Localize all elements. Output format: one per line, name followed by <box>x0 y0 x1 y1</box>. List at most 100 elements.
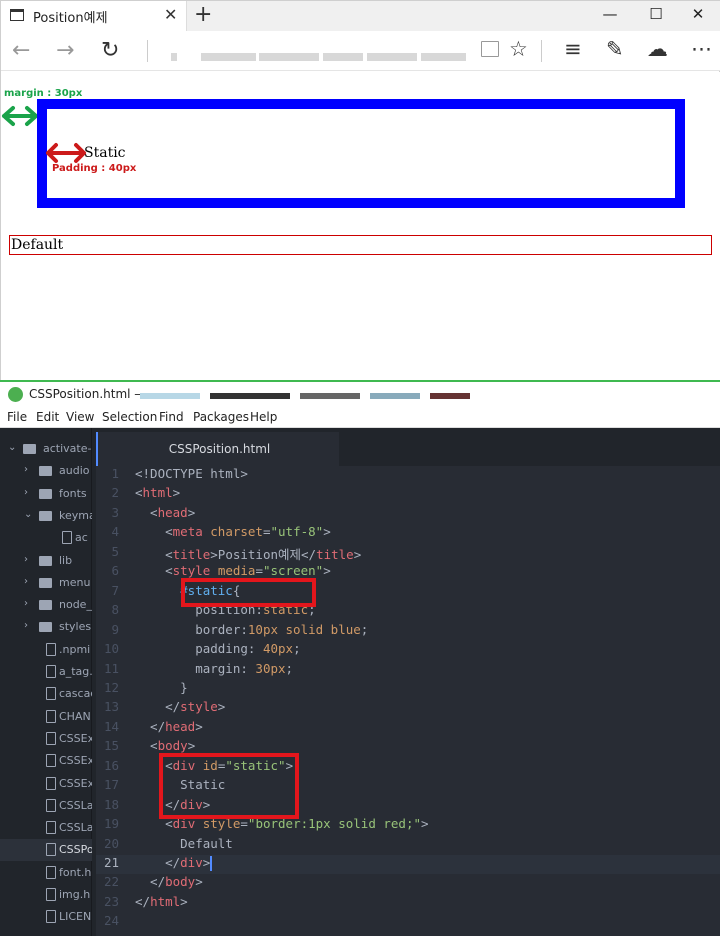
chevron-right-icon[interactable]: › <box>24 598 28 609</box>
close-window-button[interactable]: ✕ <box>683 5 713 23</box>
address-bar[interactable] <box>161 37 471 65</box>
file-icon <box>46 731 56 745</box>
code-line[interactable]: 5 <title>Position예제</title> <box>96 544 720 563</box>
web-note-icon[interactable]: ✎ <box>606 37 624 61</box>
minimize-button[interactable]: — <box>595 5 625 23</box>
tree-item-label: a_tag. <box>59 665 92 678</box>
browser-tab[interactable]: Position예제 ✕ <box>1 1 187 31</box>
code-text: <body> <box>135 738 196 754</box>
editor-menu-bar: File Edit View Selection Find Packages H… <box>0 406 720 428</box>
menu-selection[interactable]: Selection <box>102 410 157 424</box>
tree-item[interactable]: ⌄ keyma <box>0 505 92 527</box>
tab-csspositionhtml[interactable]: CSSPosition.html <box>96 432 339 466</box>
code-line[interactable]: 24 <box>96 913 720 932</box>
address-separator <box>147 40 148 62</box>
folder-icon <box>39 622 52 633</box>
tree-item[interactable]: ⌄ activate-p <box>0 438 92 460</box>
code-line[interactable]: 1 <!DOCTYPE html> <box>96 466 720 485</box>
chevron-down-icon[interactable]: ⌄ <box>8 442 16 453</box>
refresh-button[interactable]: ↻ <box>101 38 119 63</box>
tree-item[interactable]: › node_ <box>0 594 92 616</box>
code-line[interactable]: 20 Default <box>96 836 720 855</box>
chevron-right-icon[interactable]: › <box>24 464 28 475</box>
tree-item-label: activate-p <box>43 442 92 455</box>
new-tab-button[interactable]: + <box>194 2 212 27</box>
tree-item-label: CHAN <box>59 709 91 723</box>
toolbar-separator <box>541 40 542 62</box>
tree-item[interactable]: font.h <box>0 862 92 884</box>
tree-item[interactable]: › menu <box>0 572 92 594</box>
file-icon <box>46 910 56 924</box>
tree-item[interactable]: cascac <box>0 683 92 705</box>
code-line[interactable]: 9 border:10px solid blue; <box>96 622 720 641</box>
chevron-right-icon[interactable]: › <box>24 620 28 631</box>
maximize-button[interactable]: ☐ <box>641 5 671 23</box>
line-number: 19 <box>103 816 119 832</box>
tree-item[interactable]: CHAN <box>0 706 92 728</box>
tree-item[interactable]: CSSEx <box>0 750 92 772</box>
line-number: 15 <box>103 738 119 754</box>
tree-item[interactable]: › lib <box>0 550 92 572</box>
tree-item[interactable]: › styles <box>0 616 92 638</box>
share-icon[interactable]: ☁ <box>647 37 668 61</box>
tree-item[interactable]: .npmi <box>0 639 92 661</box>
menu-packages[interactable]: Packages <box>193 410 249 424</box>
code-text: border:10px solid blue; <box>135 621 369 637</box>
code-line[interactable]: 4 <meta charset="utf-8"> <box>96 524 720 543</box>
file-icon <box>46 687 56 701</box>
code-line[interactable]: 11 margin: 30px; <box>96 661 720 680</box>
menu-help[interactable]: Help <box>250 410 277 424</box>
code-line[interactable]: 21 </div> <box>96 855 720 875</box>
code-line[interactable]: 13 </style> <box>96 699 720 718</box>
tree-item[interactable]: CSSEx <box>0 728 92 750</box>
line-number: 16 <box>103 757 119 773</box>
chevron-right-icon[interactable]: › <box>24 554 28 565</box>
padding-arrow-icon <box>46 143 86 163</box>
chevron-right-icon[interactable]: › <box>24 576 28 587</box>
menu-view[interactable]: View <box>66 410 94 424</box>
code-text: margin: 30px; <box>135 660 294 676</box>
back-button[interactable]: ← <box>12 38 30 63</box>
code-line[interactable]: 10 padding: 40px; <box>96 641 720 660</box>
file-icon <box>46 821 56 835</box>
tree-item[interactable]: LICEN <box>0 906 92 928</box>
tree-item-label: CSSPo <box>59 843 92 857</box>
tree-item[interactable]: CSSEx <box>0 773 92 795</box>
code-line[interactable]: 19 <div style="border:1px solid red;"> <box>96 816 720 835</box>
file-icon <box>62 531 72 545</box>
forward-button[interactable]: → <box>56 38 74 63</box>
code-line[interactable]: 3 <head> <box>96 505 720 524</box>
menu-file[interactable]: File <box>7 410 27 424</box>
folder-icon <box>39 466 52 477</box>
line-number: 14 <box>103 718 119 734</box>
more-icon[interactable]: ⋯ <box>691 37 712 61</box>
tree-item[interactable]: CSSLa <box>0 795 92 817</box>
editor-tab-label: CSSPosition.html <box>168 442 271 456</box>
text-cursor <box>210 856 213 871</box>
folder-icon <box>39 488 52 499</box>
tree-item[interactable]: a_tag. <box>0 661 92 683</box>
tree-item[interactable]: › audio <box>0 460 92 482</box>
chevron-right-icon[interactable]: › <box>24 487 28 498</box>
reading-view-icon[interactable] <box>481 41 499 57</box>
favorite-star-icon[interactable]: ☆ <box>509 37 528 61</box>
tab-close-icon[interactable]: ✕ <box>164 5 177 24</box>
tree-item[interactable]: CSSPo <box>0 839 92 862</box>
code-line[interactable]: 22 </body> <box>96 874 720 893</box>
code-line[interactable]: 12 } <box>96 680 720 699</box>
code-line[interactable]: 14 </head> <box>96 719 720 738</box>
hub-icon[interactable]: ≡ <box>564 37 582 61</box>
page-icon <box>10 9 24 21</box>
tree-item[interactable]: CSSLa <box>0 817 92 839</box>
code-text: </head> <box>135 718 203 734</box>
tree-item[interactable]: › fonts <box>0 483 92 505</box>
tree-item-label: img.h <box>59 888 91 901</box>
tree-item[interactable]: img.h <box>0 884 92 906</box>
code-line[interactable]: 23 </html> <box>96 894 720 913</box>
tree-item-label: fonts <box>59 486 87 500</box>
chevron-down-icon[interactable]: ⌄ <box>24 509 32 520</box>
menu-edit[interactable]: Edit <box>36 410 59 424</box>
code-line[interactable]: 2 <html> <box>96 485 720 504</box>
menu-find[interactable]: Find <box>159 410 184 424</box>
tree-item[interactable]: ac <box>0 527 92 549</box>
